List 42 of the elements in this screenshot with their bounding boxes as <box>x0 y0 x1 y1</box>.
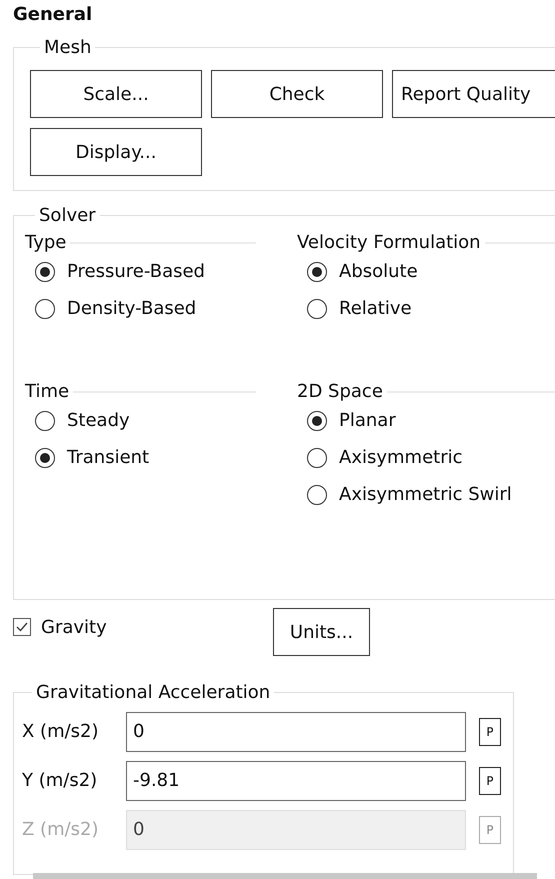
input-field[interactable]: -9.81 <box>126 760 466 800</box>
radio-button[interactable] <box>307 298 327 318</box>
mesh-button[interactable]: Report Quality <box>392 70 555 118</box>
parameter-button[interactable]: P <box>479 766 501 794</box>
field-label: Z (m/s2) <box>22 819 100 840</box>
section-heading: Velocity Formulation <box>297 232 481 253</box>
radio-button[interactable] <box>35 448 55 468</box>
units-button[interactable]: Units... <box>273 608 370 656</box>
check-icon <box>15 620 29 634</box>
checkbox-label: Gravity <box>41 616 107 638</box>
section-heading: Type <box>25 232 66 253</box>
panel-title: General <box>13 4 94 25</box>
radio-button[interactable] <box>35 262 55 282</box>
radio-label: Axisymmetric Swirl <box>339 484 512 505</box>
field-label: Y (m/s2) <box>22 770 98 791</box>
section-heading: 2D Space <box>297 381 383 402</box>
radio-label: Absolute <box>339 261 418 282</box>
scrollbar[interactable] <box>33 873 537 879</box>
mesh-button[interactable]: Display... <box>30 128 202 176</box>
group-label: Gravitational Acceleration <box>35 682 272 703</box>
section-heading: Time <box>25 381 70 402</box>
radio-label: Density-Based <box>67 298 196 319</box>
radio-button[interactable] <box>307 262 327 282</box>
mesh-button[interactable]: Scale... <box>30 70 202 118</box>
input-field[interactable]: 0 <box>126 712 466 752</box>
radio-label: Relative <box>339 298 412 319</box>
field-label: X (m/s2) <box>22 721 100 742</box>
radio-label: Pressure-Based <box>67 261 205 282</box>
radio-label: Steady <box>67 410 130 431</box>
parameter-button[interactable]: P <box>479 718 501 746</box>
radio-label: Transient <box>67 447 150 468</box>
radio-button[interactable] <box>35 298 55 318</box>
group-label: Solver <box>38 205 97 226</box>
group-label: Mesh <box>43 37 92 58</box>
radio-button[interactable] <box>307 410 327 430</box>
mesh-button[interactable]: Check <box>211 70 383 118</box>
radio-label: Planar <box>339 410 396 431</box>
radio-button[interactable] <box>307 448 327 468</box>
radio-button[interactable] <box>35 410 55 430</box>
radio-button[interactable] <box>307 484 327 504</box>
checkbox[interactable] <box>13 618 31 636</box>
radio-label: Axisymmetric <box>339 447 462 468</box>
